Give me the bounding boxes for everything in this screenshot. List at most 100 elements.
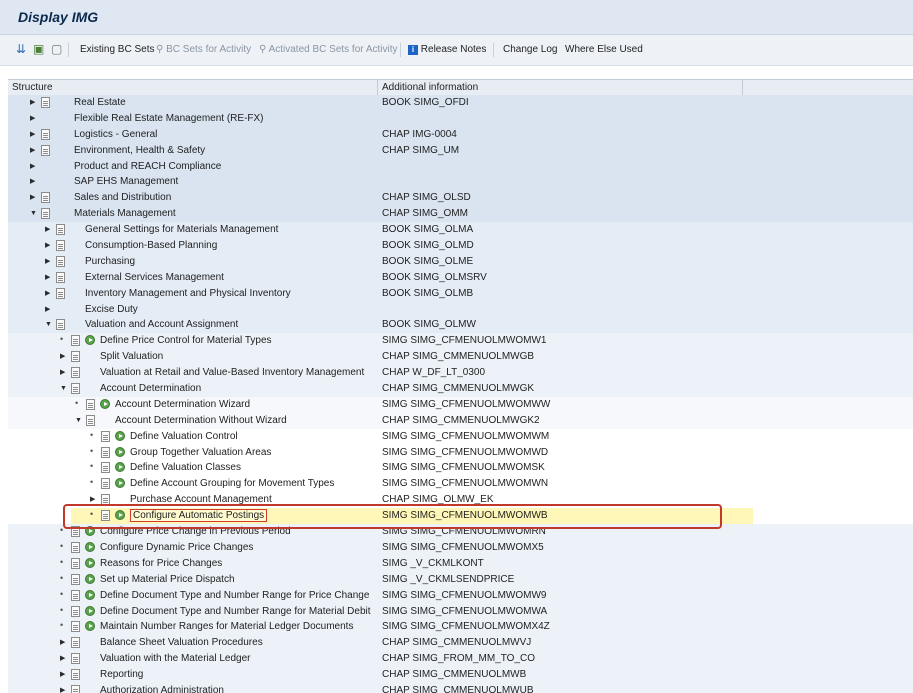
execute-icon[interactable] (85, 573, 95, 584)
expand-node-icon[interactable]: ▶ (45, 258, 50, 265)
node-label[interactable]: Product and REACH Compliance (74, 161, 221, 172)
documentation-icon[interactable] (56, 240, 65, 252)
expand-node-icon[interactable]: ▶ (30, 147, 35, 154)
documentation-icon[interactable] (41, 128, 50, 140)
documentation-icon[interactable] (71, 637, 80, 649)
node-label[interactable]: Reporting (100, 669, 143, 680)
column-header-structure[interactable]: Structure (12, 82, 53, 93)
node-label[interactable]: Define Document Type and Number Range fo… (100, 590, 369, 601)
documentation-icon[interactable] (71, 383, 80, 395)
node-label[interactable]: Define Account Grouping for Movement Typ… (130, 478, 334, 489)
node-label[interactable]: Purchasing (85, 256, 135, 267)
tree-row[interactable]: • Configure Price Change in Previous Peri… (8, 524, 913, 540)
node-label[interactable]: Sales and Distribution (74, 192, 171, 203)
expand-node-icon[interactable]: ▶ (90, 496, 95, 503)
existing-bc-sets-button[interactable]: Existing BC Sets (80, 44, 154, 55)
execute-icon[interactable] (85, 605, 95, 616)
node-label[interactable]: Set up Material Price Dispatch (100, 574, 235, 585)
documentation-icon[interactable] (41, 97, 50, 108)
expand-node-icon[interactable]: ▶ (60, 369, 65, 376)
node-label[interactable]: Materials Management (74, 208, 176, 219)
node-label[interactable]: Configure Dynamic Price Changes (100, 542, 253, 553)
execute-icon[interactable] (85, 589, 95, 600)
documentation-icon[interactable] (101, 478, 110, 490)
documentation-icon[interactable] (101, 462, 110, 474)
tree-row[interactable]: • Define Price Control for Material Types… (8, 333, 913, 350)
node-label[interactable]: Logistics - General (74, 129, 157, 140)
documentation-icon[interactable] (101, 494, 110, 506)
documentation-icon[interactable] (41, 192, 50, 204)
execute-icon[interactable] (115, 430, 125, 441)
clipboard-icon[interactable]: ▢ (51, 43, 62, 55)
tree-row[interactable]: • Define Document Type and Number Range f… (8, 603, 913, 620)
documentation-icon[interactable] (101, 510, 110, 522)
documentation-icon[interactable] (71, 684, 80, 693)
documentation-icon[interactable] (56, 271, 65, 283)
expand-node-icon[interactable]: ▶ (60, 671, 65, 678)
documentation-icon[interactable] (71, 367, 80, 379)
documentation-icon[interactable] (71, 541, 80, 553)
execute-icon[interactable] (85, 541, 95, 552)
documentation-icon[interactable] (71, 589, 80, 601)
execute-icon[interactable] (85, 621, 95, 632)
documentation-icon[interactable] (71, 669, 80, 681)
activated-bc-sets-button[interactable]: ⚲ Activated BC Sets for Activity (259, 44, 398, 55)
tree-row[interactable]: • Define Document Type and Number Range f… (8, 587, 913, 604)
tree-row[interactable]: ▶ Logistics - General CHAP IMG-0004 (8, 126, 913, 143)
tree-row[interactable]: ▼ Materials Management CHAP SIMG_OMM (8, 206, 913, 223)
node-label[interactable]: Account Determination Without Wizard (115, 415, 287, 426)
expand-node-icon[interactable]: ▶ (45, 242, 50, 249)
documentation-icon[interactable] (71, 653, 80, 665)
tree-row[interactable]: • Group Together Valuation Areas SIMG SIMG… (8, 444, 913, 461)
tree-row[interactable]: ▶ Reporting CHAP SIMG_CMMENUOLMWB (8, 667, 913, 683)
node-label[interactable]: Define Valuation Classes (130, 462, 241, 473)
documentation-icon[interactable] (101, 430, 110, 442)
documentation-icon[interactable] (71, 621, 80, 633)
node-label[interactable]: Account Determination Wizard (115, 399, 250, 410)
expand-node-icon[interactable]: ▶ (60, 353, 65, 360)
node-label[interactable]: Split Valuation (100, 351, 163, 362)
expand-node-icon[interactable]: ▶ (60, 687, 65, 693)
node-label[interactable]: Excise Duty (85, 304, 138, 315)
tree-row[interactable]: ▶ Product and REACH Compliance (8, 158, 913, 175)
execute-icon[interactable] (85, 335, 95, 346)
tree-row[interactable]: • Set up Material Price Dispatch SIMG _V_C… (8, 571, 913, 588)
documentation-icon[interactable] (56, 224, 65, 236)
expand-node-icon[interactable]: ▶ (60, 639, 65, 646)
where-else-used-button[interactable]: Where Else Used (565, 44, 643, 55)
documentation-icon[interactable] (71, 605, 80, 617)
execute-icon[interactable] (85, 557, 95, 568)
tree-row[interactable]: ▶ Valuation at Retail and Value-Based Inv… (8, 365, 913, 382)
expand-node-icon[interactable]: ▶ (30, 131, 35, 138)
execute-icon[interactable] (100, 398, 110, 409)
bc-sets-for-activity-button[interactable]: ⚲ BC Sets for Activity (156, 44, 251, 55)
column-divider[interactable] (377, 80, 378, 95)
find-icon[interactable]: ▣ (33, 43, 44, 55)
tree-row[interactable]: ▶ Purchase Account Management CHAP SIMG_OL… (8, 492, 913, 509)
tree-row[interactable]: • Define Account Grouping for Movement Ty… (8, 476, 913, 493)
node-label[interactable]: Purchase Account Management (130, 494, 272, 505)
execute-icon[interactable] (115, 510, 125, 521)
tree-row[interactable]: • Reasons for Price Changes SIMG _V_CKMLKO… (8, 555, 913, 572)
tree-row[interactable]: • Define Valuation Control SIMG SIMG_CFMEN… (8, 428, 913, 445)
column-divider[interactable] (742, 80, 743, 95)
tree-row[interactable]: • Maintain Number Ranges for Material Led… (8, 619, 913, 636)
node-label[interactable]: Account Determination (100, 383, 201, 394)
tree-row[interactable]: ▶ Real Estate BOOK SIMG_OFDI (8, 95, 913, 111)
documentation-icon[interactable] (41, 208, 50, 220)
node-label[interactable]: Valuation with the Material Ledger (100, 653, 250, 664)
node-label[interactable]: Consumption-Based Planning (85, 240, 217, 251)
tree-row[interactable]: ▼ Account Determination CHAP SIMG_CMMENUOL… (8, 381, 913, 397)
node-label[interactable]: Inventory Management and Physical Invent… (85, 288, 291, 299)
column-header-additional-information[interactable]: Additional information (382, 82, 478, 93)
tree-row[interactable]: ▶ Flexible Real Estate Management (RE-FX) (8, 110, 913, 127)
tree-row[interactable]: ▶ Balance Sheet Valuation Procedures CHAP … (8, 635, 913, 652)
documentation-icon[interactable] (86, 414, 95, 426)
documentation-icon[interactable] (101, 446, 110, 458)
tree-row[interactable]: ▶ Consumption-Based Planning BOOK SIMG_OLM… (8, 238, 913, 254)
change-log-button[interactable]: Change Log (503, 44, 558, 55)
node-label[interactable]: Environment, Health & Safety (74, 145, 205, 156)
expand-node-icon[interactable]: ▶ (30, 99, 35, 106)
tree-row[interactable]: • Account Determination Wizard SIMG SIMG_C… (8, 396, 913, 413)
tree-row[interactable]: ▶ Excise Duty (8, 301, 913, 318)
